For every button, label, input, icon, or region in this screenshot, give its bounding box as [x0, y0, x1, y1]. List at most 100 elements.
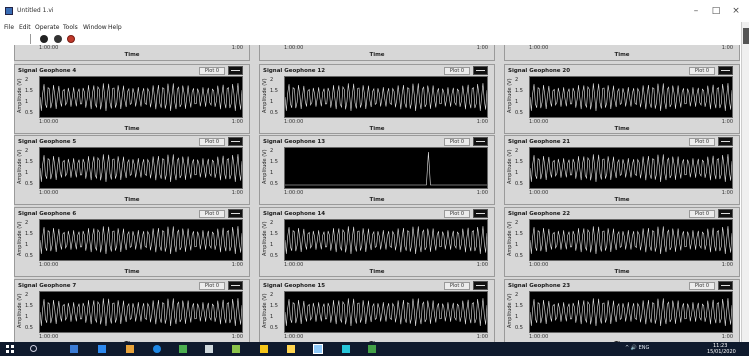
waveform-graph-panel: Signal Geophone 12 Plot 0 Amplitude (V) 2 1.…: [259, 64, 495, 134]
clock-date[interactable]: 15/01/2020: [707, 349, 736, 355]
graph-title: Signal Geophone 12: [263, 68, 326, 74]
y-tick-label: 1: [270, 242, 274, 248]
plot-legend-icon[interactable]: [718, 66, 733, 75]
plot-area[interactable]: [284, 291, 488, 333]
plot-legend-button[interactable]: Plot 0: [444, 67, 470, 75]
plot-legend-icon[interactable]: [228, 281, 243, 290]
plot-legend-button[interactable]: Plot 0: [199, 67, 225, 75]
plot-legend-button[interactable]: Plot 0: [689, 67, 715, 75]
y-axis-label: Amplitude (V): [507, 293, 513, 328]
scrollbar-thumb[interactable]: [743, 28, 749, 44]
waveform-trace: [285, 292, 487, 332]
plot-legend-icon[interactable]: [473, 66, 488, 75]
plot-area[interactable]: [39, 76, 243, 118]
chrome-icon[interactable]: [153, 345, 161, 353]
app-icon-gray[interactable]: [205, 345, 213, 353]
x-axis-label: Time: [124, 126, 140, 132]
plot-legend-icon[interactable]: [473, 209, 488, 218]
minimize-button[interactable]: –: [688, 5, 704, 17]
plot-area[interactable]: [39, 147, 243, 189]
plot-legend-icon[interactable]: [473, 137, 488, 146]
title-bar: Untitled 1.vi – □ ×: [0, 0, 749, 22]
system-tray[interactable]: ^ 🔊 ENG: [625, 345, 649, 351]
abort-icon[interactable]: [67, 35, 75, 43]
x-axis-start: 1:00:00: [284, 45, 304, 51]
plot-area[interactable]: [529, 291, 733, 333]
y-tick-label: 1: [270, 314, 274, 320]
plot-legend-icon[interactable]: [718, 137, 733, 146]
plot-legend-button[interactable]: Plot 0: [689, 210, 715, 218]
y-tick-label: 2: [515, 148, 519, 154]
plot-area[interactable]: [529, 147, 733, 189]
plot-legend-button[interactable]: Plot 0: [689, 282, 715, 290]
graph-title: Signal Geophone 15: [263, 283, 326, 289]
plot-area[interactable]: [284, 219, 488, 261]
plot-legend-icon[interactable]: [718, 281, 733, 290]
y-axis-label: Amplitude (V): [262, 78, 268, 113]
labview-taskbar-icon[interactable]: [313, 344, 323, 354]
windows-start-icon[interactable]: [6, 345, 14, 353]
waveform-trace: [530, 220, 732, 260]
plot-legend-icon[interactable]: [228, 137, 243, 146]
plot-legend-icon[interactable]: [228, 66, 243, 75]
plot-legend-icon[interactable]: [718, 209, 733, 218]
menu-file[interactable]: File: [4, 24, 14, 31]
waveform-trace: [530, 77, 732, 117]
y-tick-label: 1: [25, 314, 29, 320]
menu-window[interactable]: Window: [83, 24, 107, 31]
menu-tools[interactable]: Tools: [63, 24, 78, 31]
plot-legend-button[interactable]: Plot 0: [199, 282, 225, 290]
plot-area[interactable]: [529, 219, 733, 261]
waveform-line: [40, 226, 242, 254]
graph-panel-partial: 1:00:00 1:00 Time: [14, 45, 250, 61]
waveform-graph-panel: Signal Geophone 13 Plot 0 Amplitude (V) 2 1.…: [259, 135, 495, 205]
run-continuously-icon[interactable]: [54, 35, 62, 43]
plot-legend-button[interactable]: Plot 0: [444, 138, 470, 146]
vertical-scrollbar[interactable]: [741, 22, 749, 342]
y-tick-label: 0.5: [515, 325, 523, 331]
menu-operate[interactable]: Operate: [35, 24, 59, 31]
run-icon[interactable]: [40, 35, 48, 43]
app-icon-yellow[interactable]: [260, 345, 268, 353]
waveform-line: [530, 298, 732, 326]
y-tick-label: 2: [25, 292, 29, 298]
plot-legend-button[interactable]: Plot 0: [444, 210, 470, 218]
waveform-line: [40, 298, 242, 326]
plot-legend-button[interactable]: Plot 0: [199, 210, 225, 218]
x-axis-end: 1:00: [231, 45, 243, 51]
x-axis-start: 1:00:00: [284, 119, 304, 125]
waveform-trace: [40, 77, 242, 117]
plot-legend-button[interactable]: Plot 0: [689, 138, 715, 146]
app-icon-dark-green[interactable]: [368, 345, 376, 353]
edge-browser-icon[interactable]: [98, 345, 106, 353]
app-icon-green[interactable]: [179, 345, 187, 353]
x-axis-start: 1:00:00: [39, 45, 59, 51]
waveform-graph-panel: Signal Geophone 14 Plot 0 Amplitude (V) 2 1.…: [259, 207, 495, 277]
plot-legend-icon[interactable]: [473, 281, 488, 290]
plot-area[interactable]: [284, 76, 488, 118]
menu-help[interactable]: Help: [108, 24, 122, 31]
app-icon-lime[interactable]: [232, 345, 240, 353]
menu-edit[interactable]: Edit: [19, 24, 31, 31]
x-axis-label: Time: [369, 197, 385, 203]
plot-legend-button[interactable]: Plot 0: [444, 282, 470, 290]
plot-area[interactable]: [39, 291, 243, 333]
y-tick-label: 0.5: [25, 110, 33, 116]
plot-area[interactable]: [529, 76, 733, 118]
file-explorer-icon[interactable]: [126, 345, 134, 353]
plot-legend-icon[interactable]: [228, 209, 243, 218]
search-icon[interactable]: [30, 345, 37, 352]
maximize-button[interactable]: □: [708, 5, 724, 17]
plot-legend-button[interactable]: Plot 0: [199, 138, 225, 146]
x-axis-end: 1:00: [721, 190, 733, 196]
plot-area[interactable]: [284, 147, 488, 189]
x-axis-label: Time: [124, 197, 140, 203]
graph-title: Signal Geophone 20: [508, 68, 571, 74]
task-view-icon[interactable]: [70, 345, 78, 353]
app-icon-cyan[interactable]: [342, 345, 350, 353]
y-tick-label: 1: [25, 242, 29, 248]
plot-area[interactable]: [39, 219, 243, 261]
app-icon-folder[interactable]: [287, 345, 295, 353]
x-axis-start: 1:00:00: [529, 190, 549, 196]
close-button[interactable]: ×: [728, 5, 744, 17]
